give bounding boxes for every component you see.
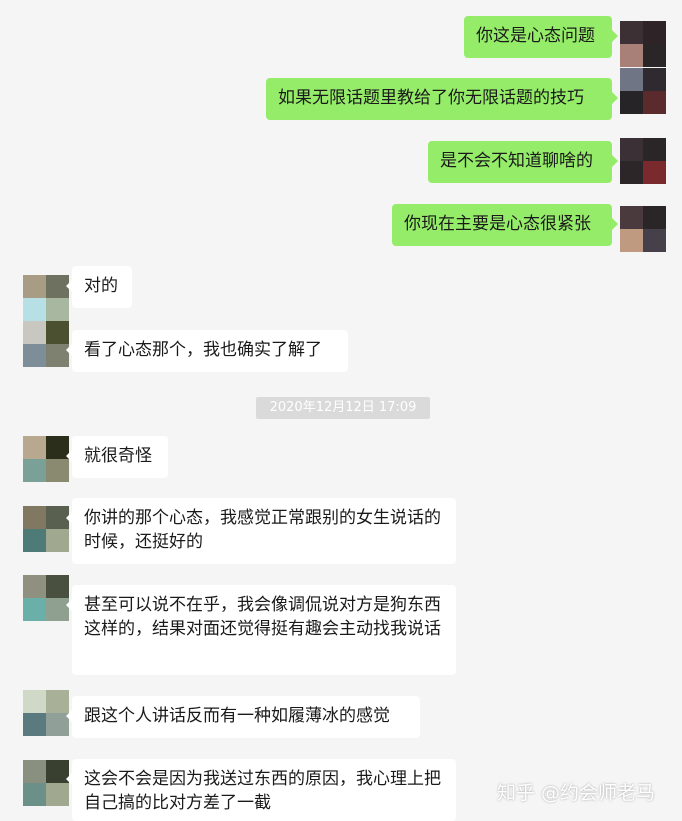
contact-avatar[interactable] xyxy=(23,760,69,806)
message-bubble-self[interactable]: 你现在主要是心态很紧张 xyxy=(392,204,618,246)
message-text: 甚至可以说不在乎，我会像调侃说对方是狗东西这样的，结果对面还觉得挺有趣会主动找我… xyxy=(84,595,441,639)
message-bubble-contact[interactable]: 这会不会是因为我送过东西的原因，我心理上把自己搞的比对方差了一截 xyxy=(66,759,456,821)
message-bubble-contact[interactable]: 跟这个人讲话反而有一种如履薄冰的感觉 xyxy=(66,696,420,738)
contact-avatar[interactable] xyxy=(23,436,69,482)
message-bubble-self[interactable]: 是不会不知道聊啥的 xyxy=(428,141,618,183)
message-text: 跟这个人讲话反而有一种如履薄冰的感觉 xyxy=(84,706,390,726)
message-bubble-contact[interactable]: 甚至可以说不在乎，我会像调侃说对方是狗东西这样的，结果对面还觉得挺有趣会主动找我… xyxy=(66,585,456,675)
message-bubble-contact[interactable]: 你讲的那个心态，我感觉正常跟别的女生说话的时候，还挺好的 xyxy=(66,498,456,564)
self-avatar[interactable] xyxy=(620,138,666,184)
self-avatar[interactable] xyxy=(620,21,666,67)
message-text: 这会不会是因为我送过东西的原因，我心理上把自己搞的比对方差了一截 xyxy=(84,769,441,813)
contact-avatar[interactable] xyxy=(23,321,69,367)
message-text: 对的 xyxy=(84,276,118,296)
message-text: 如果无限话题里教给了你无限话题的技巧 xyxy=(278,88,584,108)
self-avatar[interactable] xyxy=(620,68,666,114)
message-bubble-self[interactable]: 如果无限话题里教给了你无限话题的技巧 xyxy=(266,78,618,120)
message-bubble-contact[interactable]: 就很奇怪 xyxy=(66,436,168,478)
timestamp-separator: 2020年12月12日 17:09 xyxy=(256,397,430,419)
zhihu-watermark: 知乎 @约会师老马 xyxy=(497,782,656,804)
message-text: 是不会不知道聊啥的 xyxy=(440,151,593,171)
message-text: 你现在主要是心态很紧张 xyxy=(404,214,591,234)
message-text: 看了心态那个，我也确实了解了 xyxy=(84,340,322,360)
message-bubble-self[interactable]: 你这是心态问题 xyxy=(464,16,618,58)
contact-avatar[interactable] xyxy=(23,506,69,552)
contact-avatar[interactable] xyxy=(23,690,69,736)
contact-avatar[interactable] xyxy=(23,275,69,321)
self-avatar[interactable] xyxy=(620,206,666,252)
message-text: 你讲的那个心态，我感觉正常跟别的女生说话的时候，还挺好的 xyxy=(84,508,441,552)
contact-avatar[interactable] xyxy=(23,575,69,621)
message-bubble-contact[interactable]: 看了心态那个，我也确实了解了 xyxy=(66,330,348,372)
message-text: 你这是心态问题 xyxy=(476,26,595,46)
message-text: 就很奇怪 xyxy=(84,446,152,466)
message-bubble-contact[interactable]: 对的 xyxy=(66,266,132,308)
